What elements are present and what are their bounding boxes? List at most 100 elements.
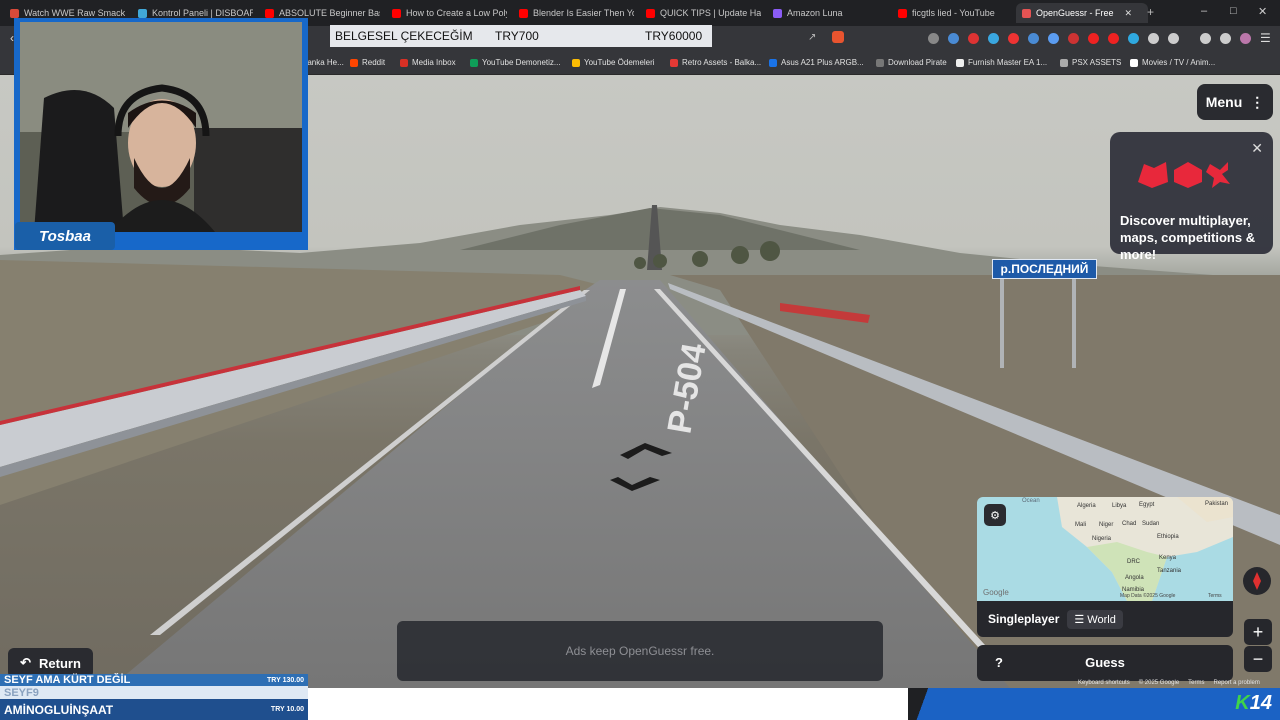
map-label: Pakistan (1205, 501, 1228, 507)
tab-favicon-icon (392, 8, 401, 18)
extension-icon[interactable] (948, 33, 959, 44)
extension-icon[interactable] (1088, 33, 1099, 44)
tab-title: Amazon Luna (787, 8, 843, 18)
browser-tab[interactable]: QUICK TIPS | Update Hand (646, 3, 761, 23)
bookmark-icon (670, 58, 678, 67)
return-arrow-icon: ↶ (20, 655, 31, 670)
map-terms-link[interactable]: Terms (1208, 593, 1222, 599)
map-label: DRC (1127, 559, 1141, 565)
map-label: Ocean (1022, 498, 1040, 504)
map-label: Chad (1122, 521, 1136, 527)
bookmark-label: Banka He... (302, 58, 344, 67)
bookmark-item[interactable]: YouTube Demonetiz... (470, 58, 561, 67)
bookmark-icon (1060, 58, 1068, 67)
brave-shield-icon[interactable] (832, 31, 844, 43)
bookmark-item[interactable]: Download Pirate (876, 58, 947, 67)
map-settings-icon[interactable]: ⚙ (984, 504, 1006, 526)
browser-tab[interactable]: ficgtls lied - YouTube (898, 3, 1003, 23)
profile-icon[interactable] (1240, 33, 1251, 44)
donation-amount: TRY 130.00 (267, 676, 304, 684)
browser-tab[interactable]: Blender Is Easier Then You (519, 3, 634, 23)
donor-name: SEYF9 (4, 686, 39, 699)
tab-title: Blender Is Easier Then You (533, 8, 634, 18)
share-icon[interactable]: ↗ (808, 32, 816, 43)
bookmark-item[interactable]: PSX ASSETS (1060, 58, 1121, 67)
extension-icon[interactable] (968, 33, 979, 44)
google-logo: Google (983, 588, 1009, 597)
extension-icon[interactable] (1048, 33, 1059, 44)
tab-favicon-icon (646, 8, 655, 18)
bookmark-item[interactable]: YouTube Ödemeleri (572, 58, 655, 67)
promo-shapes-icon (1138, 162, 1230, 188)
tab-favicon-icon (265, 8, 274, 18)
close-window-button[interactable]: ✕ (1258, 5, 1267, 18)
map-info-bar: Singleplayer ☰ World (977, 601, 1233, 637)
ticker-message: BELGESEL ÇEKECEĞİM (335, 29, 473, 43)
donation-ticker: BELGESEL ÇEKECEĞİM TRY700 TRY60000 (330, 25, 712, 47)
tab-favicon-icon (1022, 8, 1031, 18)
map-selector[interactable]: ☰ World (1067, 609, 1123, 629)
tab-title: OpenGuessr - Free (1036, 8, 1114, 18)
report-problem-link[interactable]: Report a problem (1214, 680, 1260, 688)
media-icon[interactable] (1200, 33, 1211, 44)
close-tab-icon[interactable]: ✕ (1125, 8, 1133, 19)
minimize-button[interactable]: – (1201, 5, 1207, 17)
bookmark-item[interactable]: Asus A21 Plus ARGB... (769, 58, 864, 67)
sidebar-icon[interactable] (1220, 33, 1231, 44)
extension-icon[interactable] (1108, 33, 1119, 44)
tab-favicon-icon (10, 8, 19, 18)
extension-icon[interactable] (1028, 33, 1039, 44)
close-icon[interactable]: ✕ (1251, 140, 1263, 157)
zoom-out-button[interactable]: − (1244, 646, 1272, 672)
tab-favicon-icon (898, 8, 907, 18)
tab-title: Watch WWE Raw SmackD (24, 8, 125, 18)
stream-bottom-bar (308, 688, 908, 720)
extension-icon[interactable] (1128, 33, 1139, 44)
map-label: Sudan (1142, 521, 1159, 527)
ticker-goal: TRY60000 (645, 29, 703, 43)
guess-button[interactable]: ? Guess (977, 645, 1233, 681)
extension-icon[interactable] (1168, 33, 1179, 44)
terms-link[interactable]: Terms (1188, 680, 1204, 688)
bookmark-item[interactable]: Reddit (350, 58, 385, 67)
browser-tab[interactable]: OpenGuessr - Free ✕ (1016, 3, 1148, 23)
bookmark-label: Media Inbox (412, 58, 456, 67)
bookmark-item[interactable]: Movies / TV / Anim... (1130, 58, 1215, 67)
webcam-feed (14, 18, 308, 250)
extension-icon[interactable] (1008, 33, 1019, 44)
browser-tab[interactable]: How to Create a Low Poly (392, 3, 507, 23)
tab-title: ABSOLUTE Beginner Basic (279, 8, 380, 18)
layers-icon: ☰ (1074, 613, 1088, 626)
tab-title: ficgtls lied - YouTube (912, 8, 995, 18)
extension-icon[interactable] (1068, 33, 1079, 44)
world-map[interactable]: Ocean Algeria Libya Egypt Pakistan Mali … (977, 497, 1233, 601)
map-label: Egypt (1139, 502, 1155, 508)
hamburger-menu-icon[interactable]: ☰ (1260, 31, 1271, 45)
donation-row: SEYF9 (0, 686, 308, 699)
bookmark-label: Reddit (362, 58, 386, 67)
bookmark-label: Download Pirate (888, 58, 947, 67)
bookmark-item[interactable]: Media Inbox (400, 58, 456, 67)
keyboard-shortcuts-link[interactable]: Keyboard shortcuts (1078, 680, 1130, 688)
puzzle-icon[interactable] (1148, 33, 1159, 44)
kebab-icon: ⋮ (1250, 93, 1265, 110)
map-label: Algeria (1077, 503, 1096, 509)
zoom-in-button[interactable]: + (1244, 619, 1272, 645)
bookmark-item[interactable]: Furnish Master EA 1... (956, 58, 1047, 67)
map-label: Ethiopia (1157, 534, 1179, 540)
donation-row: AMİNOGLUİNŞAAT TRY 10.00 (0, 699, 308, 720)
map-label: Kenya (1159, 555, 1177, 561)
maximize-button[interactable]: □ (1230, 5, 1237, 17)
tab-title: QUICK TIPS | Update Hand (660, 8, 761, 18)
compass-icon[interactable] (1243, 567, 1271, 595)
bookmark-item[interactable]: Retro Assets - Balka... (670, 58, 761, 67)
map-label: Libya (1112, 503, 1127, 509)
copyright-text: © 2025 Google (1138, 680, 1180, 686)
guess-minimap[interactable]: Ocean Algeria Libya Egypt Pakistan Mali … (977, 497, 1233, 601)
menu-button[interactable]: Menu ⋮ (1197, 84, 1273, 120)
new-tab-button[interactable]: + (1147, 5, 1154, 19)
extension-icon[interactable] (928, 33, 939, 44)
browser-tab[interactable]: Amazon Luna (773, 3, 888, 23)
map-attribution: Map Data ©2025 Google (1120, 592, 1176, 599)
extension-icon[interactable] (988, 33, 999, 44)
